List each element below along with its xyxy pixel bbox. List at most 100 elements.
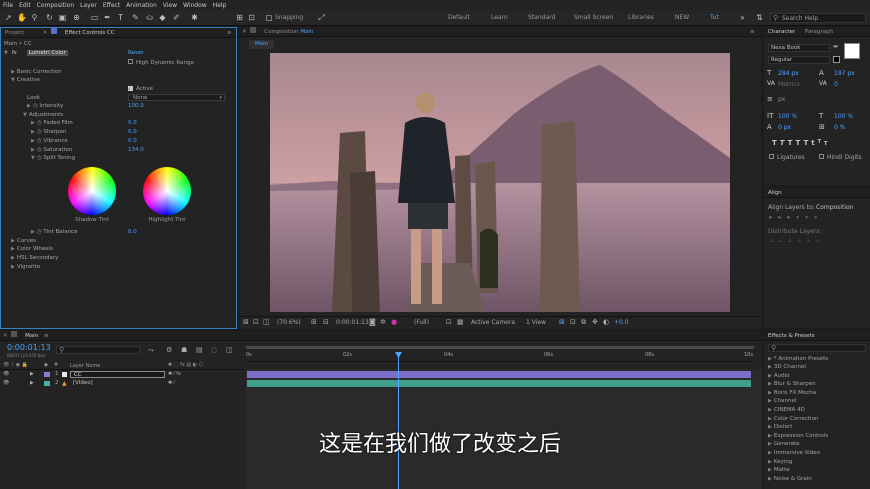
world-axis-icon[interactable]: ⊡ bbox=[247, 13, 256, 22]
timeline-lock-icon[interactable] bbox=[11, 331, 18, 337]
visibility-icon[interactable]: 👁 bbox=[3, 380, 9, 386]
hsl-secondary-row[interactable]: ▶ HSL Secondary bbox=[11, 254, 58, 262]
layer-label-color[interactable] bbox=[44, 372, 50, 377]
effects-list-item[interactable]: ▶ 3D Channel bbox=[768, 364, 806, 370]
menu-edit[interactable]: Edit bbox=[16, 0, 34, 10]
horizontal-scale-value[interactable]: 100 % bbox=[834, 113, 853, 120]
collapsed-triangle-icon[interactable]: ▶ bbox=[11, 264, 15, 270]
align-buttons[interactable]: ⫦⫦⫦⫟⫟⫟ bbox=[769, 213, 823, 222]
time-ruler[interactable]: 0s 02s 04s 06s 08s 10s bbox=[246, 352, 754, 362]
adjustments-triangle-icon[interactable]: ▼ bbox=[23, 112, 27, 118]
composition-viewer[interactable] bbox=[270, 53, 730, 312]
shy-layers-icon[interactable]: ☗ bbox=[181, 346, 187, 354]
distribute-hcenter-icon[interactable]: ⫠ bbox=[806, 236, 815, 244]
kerning-value[interactable]: Metrics bbox=[778, 81, 800, 88]
effects-list-item[interactable]: ▶ Color Correction bbox=[768, 416, 818, 422]
highlight-tint-wheel[interactable]: + bbox=[143, 167, 191, 215]
effects-list-item[interactable]: ▶ Channel bbox=[768, 398, 796, 404]
tint-balance-value[interactable]: 0.0 bbox=[128, 228, 137, 236]
fx-icon[interactable]: fx bbox=[12, 50, 17, 56]
saturation-triangle-icon[interactable]: ▶ bbox=[31, 147, 35, 153]
hdr-checkbox[interactable] bbox=[128, 59, 133, 64]
puppet-pin-tool-icon[interactable]: ✱ bbox=[190, 13, 199, 22]
tab-composition[interactable]: Composition bbox=[260, 27, 298, 37]
look-dropdown[interactable]: None ▾ bbox=[128, 94, 225, 101]
faded-film-triangle-icon[interactable]: ▶ bbox=[31, 120, 35, 126]
subscript-button[interactable]: T bbox=[824, 141, 830, 147]
stopwatch-icon[interactable]: ◷ bbox=[33, 103, 38, 109]
effects-list-item[interactable]: ▶ Noise & Grain bbox=[768, 476, 812, 482]
motion-blur-icon[interactable]: ◌ bbox=[211, 346, 217, 354]
tint-balance-triangle-icon[interactable]: ▶ bbox=[31, 229, 35, 235]
effects-list-item[interactable]: ▶ Keying bbox=[768, 459, 792, 465]
region-icon[interactable]: ◫ bbox=[263, 318, 270, 326]
tab-paragraph[interactable]: Paragraph bbox=[801, 27, 837, 37]
graph-editor-icon[interactable]: ◫ bbox=[226, 346, 233, 354]
hindi-digits-checkbox[interactable] bbox=[819, 154, 824, 159]
creative-row[interactable]: ▼ Creative bbox=[11, 76, 40, 84]
playhead-line[interactable] bbox=[398, 352, 399, 489]
master-switch-icon[interactable]: ⊡ bbox=[253, 318, 259, 326]
menu-animation[interactable]: Animation bbox=[123, 0, 160, 10]
menu-layer[interactable]: Layer bbox=[77, 0, 100, 10]
effects-list-item[interactable]: ▶ Generate bbox=[768, 441, 800, 447]
menu-composition[interactable]: Composition bbox=[34, 0, 77, 10]
collapsed-triangle-icon[interactable]: ▶ bbox=[11, 69, 15, 75]
menu-file[interactable]: File bbox=[0, 0, 16, 10]
frame-blending-icon[interactable]: ▤ bbox=[196, 346, 203, 354]
tab-character[interactable]: Character bbox=[764, 27, 799, 37]
align-bottom-icon[interactable]: ⫟ bbox=[814, 213, 823, 221]
menu-effect[interactable]: Effect bbox=[100, 0, 123, 10]
resolution-dropdown[interactable]: (Full) bbox=[414, 319, 429, 326]
exposure-value[interactable]: +0.0 bbox=[614, 319, 629, 326]
menu-help[interactable]: Help bbox=[210, 0, 230, 10]
curves-row[interactable]: ▶ Curves bbox=[11, 237, 36, 245]
tracking-value[interactable]: 0 bbox=[834, 81, 838, 88]
fill-color-swatch[interactable] bbox=[844, 43, 860, 59]
all-caps-button[interactable]: TT bbox=[788, 139, 804, 147]
draft-3d-icon[interactable]: ⚙ bbox=[166, 346, 172, 354]
rectangle-tool-icon[interactable]: ▭ bbox=[90, 13, 99, 22]
vibrance-value[interactable]: 0.0 bbox=[128, 137, 137, 145]
visibility-icon[interactable]: 👁 bbox=[3, 371, 9, 377]
selection-tool-icon[interactable]: ➚ bbox=[4, 13, 13, 22]
font-family-dropdown[interactable]: Nexa Book bbox=[768, 44, 830, 52]
work-area-range[interactable] bbox=[246, 346, 754, 349]
comp-mini-flowchart-icon[interactable]: ⤳ bbox=[148, 346, 154, 355]
always-preview-icon[interactable]: ⊠ bbox=[243, 318, 249, 326]
panel-menu-icon[interactable]: ≡ bbox=[44, 333, 49, 339]
effects-search-input[interactable]: ⚲ bbox=[768, 344, 866, 352]
ligatures-checkbox[interactable] bbox=[769, 154, 774, 159]
faux-bold-button[interactable]: T bbox=[772, 139, 780, 147]
composition-subtab[interactable]: Main bbox=[249, 40, 275, 49]
zoom-dropdown[interactable]: (70.6%) bbox=[277, 319, 301, 326]
workspace-new[interactable]: NEW bbox=[675, 14, 689, 21]
active-checkbox[interactable]: ✓ bbox=[128, 86, 133, 91]
effects-list-item[interactable]: ▶ Distort bbox=[768, 424, 792, 430]
clone-stamp-tool-icon[interactable]: ⛀ bbox=[145, 13, 154, 22]
effects-list-item[interactable]: ▶ * Animation Presets bbox=[768, 356, 828, 362]
shadow-tint-wheel[interactable]: + bbox=[68, 167, 116, 215]
zoom-tool-icon[interactable]: ⚲ bbox=[30, 13, 39, 22]
workspace-default[interactable]: Default bbox=[448, 14, 470, 21]
basic-correction-row[interactable]: ▶ Basic Correction bbox=[11, 68, 62, 76]
small-caps-button[interactable]: Tt bbox=[803, 139, 817, 147]
workspace-libraries[interactable]: Libraries bbox=[628, 14, 654, 21]
eraser-tool-icon[interactable]: ◆ bbox=[158, 13, 167, 22]
effects-list-item[interactable]: ▶ Blur & Sharpen bbox=[768, 381, 816, 387]
align-right-icon[interactable]: ⫦ bbox=[787, 213, 796, 221]
viewer-timecode[interactable]: 0:00:01:13 bbox=[336, 319, 369, 326]
eyedropper-icon[interactable]: ✒ bbox=[833, 43, 839, 51]
vertical-scale-value[interactable]: 100 % bbox=[778, 113, 797, 120]
sharpen-triangle-icon[interactable]: ▶ bbox=[31, 129, 35, 135]
stroke-color-swatch[interactable] bbox=[833, 56, 840, 63]
stopwatch-icon[interactable]: ◷ bbox=[37, 147, 42, 153]
pen-tool-icon[interactable]: ✒ bbox=[103, 13, 112, 22]
layer-name-field[interactable]: CC bbox=[70, 371, 165, 378]
distribute-top-icon[interactable]: ⫠ bbox=[769, 236, 778, 244]
brush-tool-icon[interactable]: ✎ bbox=[131, 13, 140, 22]
expand-triangle-icon[interactable]: ▼ bbox=[4, 50, 8, 56]
split-toning-triangle-icon[interactable]: ▼ bbox=[31, 155, 35, 161]
workspace-tut[interactable]: Tut bbox=[710, 14, 719, 21]
snapshot-icon[interactable]: ◙ bbox=[369, 318, 376, 326]
